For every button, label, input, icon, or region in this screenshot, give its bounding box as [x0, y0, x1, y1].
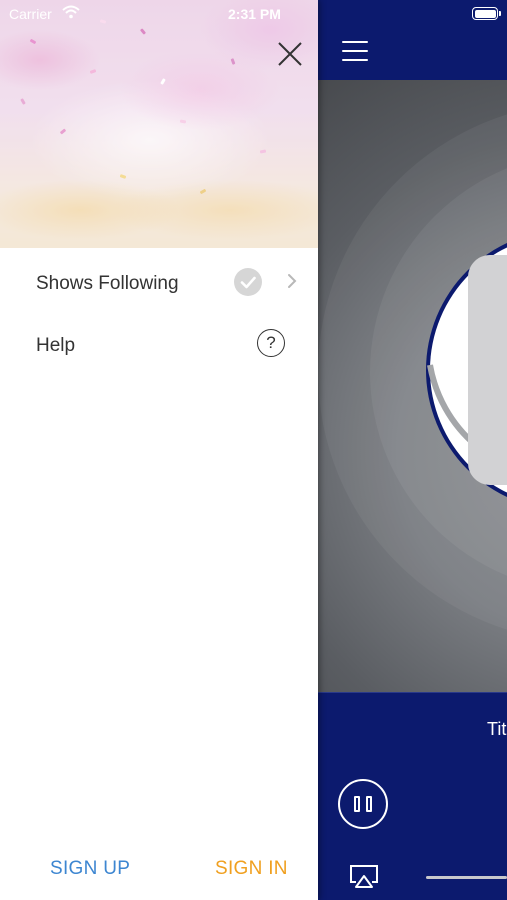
status-carrier: Carrier: [9, 6, 52, 22]
check-circle-icon: [234, 268, 262, 296]
pause-button[interactable]: [338, 779, 388, 829]
battery-icon: [472, 7, 498, 20]
menu-item-shows-following[interactable]: Shows Following: [0, 254, 318, 314]
drawer-header-image: Carrier 2:31 PM: [0, 0, 318, 248]
sign-in-button[interactable]: SIGN IN: [215, 858, 288, 880]
help-circle-icon: ?: [257, 329, 285, 357]
battery-tip: [499, 11, 501, 16]
menu-item-label: Help: [36, 335, 76, 356]
artwork-image-placeholder: [468, 255, 507, 485]
player-panel: Tit: [318, 0, 507, 900]
player-controls: Tit: [318, 692, 507, 900]
album-artwork: [318, 80, 507, 692]
menu-item-label: Shows Following: [36, 273, 179, 294]
volume-slider[interactable]: [426, 876, 507, 879]
close-icon[interactable]: [276, 40, 304, 68]
sign-up-button[interactable]: SIGN UP: [50, 858, 130, 880]
menu-item-help[interactable]: Help ?: [0, 314, 318, 374]
status-time: 2:31 PM: [228, 6, 281, 22]
header-overlay: [0, 0, 318, 248]
player-navbar: [318, 0, 507, 78]
side-drawer: Carrier 2:31 PM Shows Following Help ? S…: [0, 0, 318, 900]
wifi-icon: [62, 5, 80, 19]
track-title: Tit: [487, 719, 507, 739]
hamburger-menu-icon[interactable]: [342, 40, 368, 62]
chevron-right-icon: [288, 274, 297, 288]
airplay-icon[interactable]: [348, 863, 380, 889]
